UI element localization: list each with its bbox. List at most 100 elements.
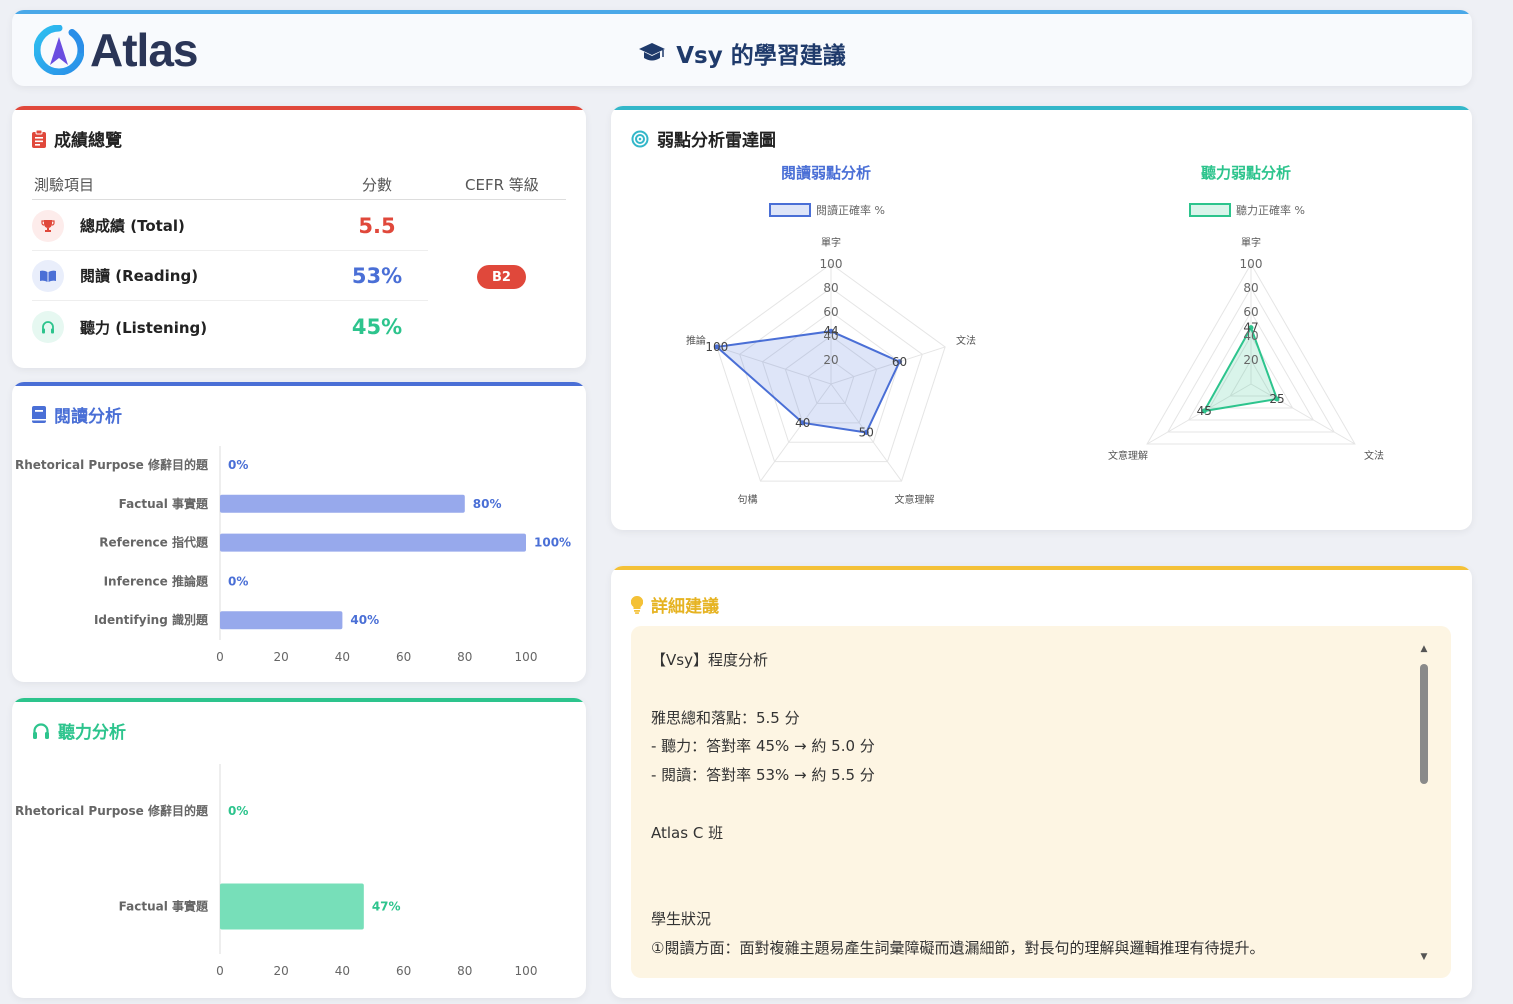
headphones-icon	[32, 311, 64, 343]
radar-section-title: 弱點分析雷達圖	[631, 126, 776, 151]
legend-label: 閱讀正確率 %	[816, 203, 885, 217]
scroll-down-icon[interactable]: ▼	[1419, 952, 1429, 962]
radar-section-title-text: 弱點分析雷達圖	[657, 131, 776, 151]
radar-data-area	[1202, 325, 1279, 413]
listening-analysis-card: 聽力分析 0 20 40 60 80 100 Rhetorical Purpose 修辭目的…	[12, 698, 586, 998]
score-row-listening: 聽力 (Listening) 45%	[32, 302, 428, 352]
category-label: Reference 指代題	[99, 535, 209, 550]
category-label: Factual 事實題	[119, 899, 209, 914]
reading-analysis-card: 閱讀分析 0 20 40 60 80 100 Rhetorical Purpose 修辭目的…	[12, 382, 586, 682]
score-value: 5.5	[358, 213, 396, 238]
column-header-score: 分數	[362, 176, 393, 194]
score-label: 總成績 (Total)	[80, 217, 185, 235]
score-overview-title: 成績總覽	[32, 126, 122, 151]
radar-value-label: 25	[1269, 392, 1284, 406]
score-row-total: 總成績 (Total) 5.5	[32, 201, 428, 251]
x-tick-label: 80	[457, 650, 472, 664]
header-bar: Atlas Vsy 的學習建議	[12, 10, 1472, 86]
radar-title: 聽力弱點分析	[1201, 164, 1291, 182]
radar-axis-label: 句構	[738, 493, 758, 506]
cefr-badge: B2	[477, 265, 526, 289]
advice-line	[651, 790, 1411, 819]
advice-title: 詳細建議	[631, 592, 719, 617]
advice-line: 雅思總和落點：5.5 分	[651, 708, 800, 727]
header-accent	[12, 10, 1472, 14]
column-header-item: 測驗項目	[34, 176, 95, 194]
radar-card-accent	[611, 106, 1472, 110]
advice-line: - 聽力：答對率 45% → 約 5.0 分	[651, 737, 875, 756]
radar-axis-label: 文意理解	[894, 493, 934, 506]
header-divider	[32, 199, 566, 200]
clipboard-icon	[32, 129, 46, 148]
page-title: Vsy 的學習建議	[12, 36, 1472, 70]
column-header-cefr: CEFR 等級	[465, 176, 539, 194]
bar-value-label: 100%	[534, 536, 571, 550]
score-row-reading: 閱讀 (Reading) 53%	[32, 251, 428, 301]
lightbulb-icon	[631, 595, 643, 614]
x-tick-label: 0	[216, 964, 224, 978]
legend-swatch	[769, 203, 811, 217]
bar	[220, 533, 526, 552]
legend-label: 聽力正確率 %	[1236, 203, 1305, 217]
x-tick-label: 60	[396, 650, 411, 664]
radar-value-label: 50	[859, 426, 874, 440]
radar-value-label: 60	[892, 355, 907, 369]
advice-card: 詳細建議 【Vsy】程度分析 雅思總和落點：5.5 分 - 聽力：答對率 45%…	[611, 566, 1472, 998]
x-tick-label: 20	[274, 964, 289, 978]
radar-tick-label: 20	[1243, 353, 1258, 367]
score-card-accent	[12, 106, 586, 110]
bar	[220, 883, 364, 930]
advice-line: 【Vsy】程度分析	[651, 651, 768, 669]
reading-radar-chart: 閱讀弱點分析閱讀正確率 %2040608010044605040100單字文法文…	[686, 164, 976, 506]
category-label: Factual 事實題	[119, 496, 209, 511]
x-tick-label: 100	[515, 964, 538, 978]
radar-axis-label: 文意理解	[1108, 449, 1148, 462]
bar-value-label: 80%	[473, 497, 502, 511]
advice-scrollbar[interactable]: ▲ ▼	[1419, 644, 1429, 962]
bar-value-label: 40%	[350, 613, 379, 627]
radar-value-label: 47	[1243, 321, 1258, 335]
category-label: Identifying 識別題	[94, 612, 209, 627]
target-icon	[631, 130, 649, 147]
x-tick-label: 60	[396, 964, 411, 978]
score-value: 53%	[351, 263, 403, 288]
category-label: Rhetorical Purpose 修辭目的題	[15, 457, 209, 472]
reading-bar-chart: 0 20 40 60 80 100 Rhetorical Purpose 修辭目的題 0% Fa…	[15, 446, 571, 664]
advice-card-accent	[611, 566, 1472, 570]
radar-tick-label: 100	[820, 257, 843, 271]
advice-line: Atlas C 班	[651, 823, 724, 842]
book-open-icon	[32, 259, 64, 292]
bar-value-label: 0%	[228, 804, 248, 818]
x-tick-label: 40	[335, 964, 350, 978]
score-overview-title-text: 成績總覽	[54, 131, 122, 151]
radar-tick-label: 60	[1243, 305, 1258, 319]
score-overview-card: 成績總覽 測驗項目 分數 CEFR 等級 總成績 (Total) 5.5 閱讀 …	[12, 106, 586, 368]
scroll-thumb[interactable]	[1420, 664, 1428, 784]
radar-value-label: 44	[823, 324, 838, 338]
advice-line	[651, 876, 1411, 905]
advice-line	[651, 848, 1411, 877]
listening-bar-chart: 0 20 40 60 80 100 Rhetorical Purpose 修辭目的題 0% Fa…	[15, 764, 538, 978]
category-label: Inference 推論題	[104, 573, 209, 588]
advice-text: 【Vsy】程度分析 雅思總和落點：5.5 分 - 聽力：答對率 45% → 約 …	[651, 646, 1411, 963]
bar	[220, 494, 465, 513]
scroll-up-icon[interactable]: ▲	[1419, 644, 1429, 654]
radar-axis-label: 文法	[956, 334, 976, 347]
category-label: Rhetorical Purpose 修辭目的題	[15, 803, 209, 818]
radar-axis-label: 文法	[1364, 449, 1384, 462]
x-tick-label: 20	[274, 650, 289, 664]
score-label: 閱讀 (Reading)	[80, 267, 199, 285]
advice-line: 學生狀況	[651, 910, 712, 929]
radar-title: 閱讀弱點分析	[781, 164, 871, 182]
graduation-cap-icon	[639, 43, 666, 61]
x-tick-label: 100	[515, 650, 538, 664]
score-label: 聽力 (Listening)	[80, 318, 208, 337]
advice-line: - 閱讀：答對率 53% → 約 5.5 分	[651, 766, 875, 785]
trophy-icon	[32, 209, 64, 242]
bar-value-label: 47%	[372, 900, 401, 914]
radar-axis-label: 推論	[686, 334, 706, 347]
radar-value-label: 40	[795, 416, 810, 430]
listening-radar-chart: 聽力弱點分析聽力正確率 %20406080100472545單字文法文意理解	[1108, 164, 1384, 462]
advice-text-box[interactable]: 【Vsy】程度分析 雅思總和落點：5.5 分 - 聽力：答對率 45% → 約 …	[631, 626, 1451, 978]
radar-tick-label: 80	[1243, 281, 1258, 295]
